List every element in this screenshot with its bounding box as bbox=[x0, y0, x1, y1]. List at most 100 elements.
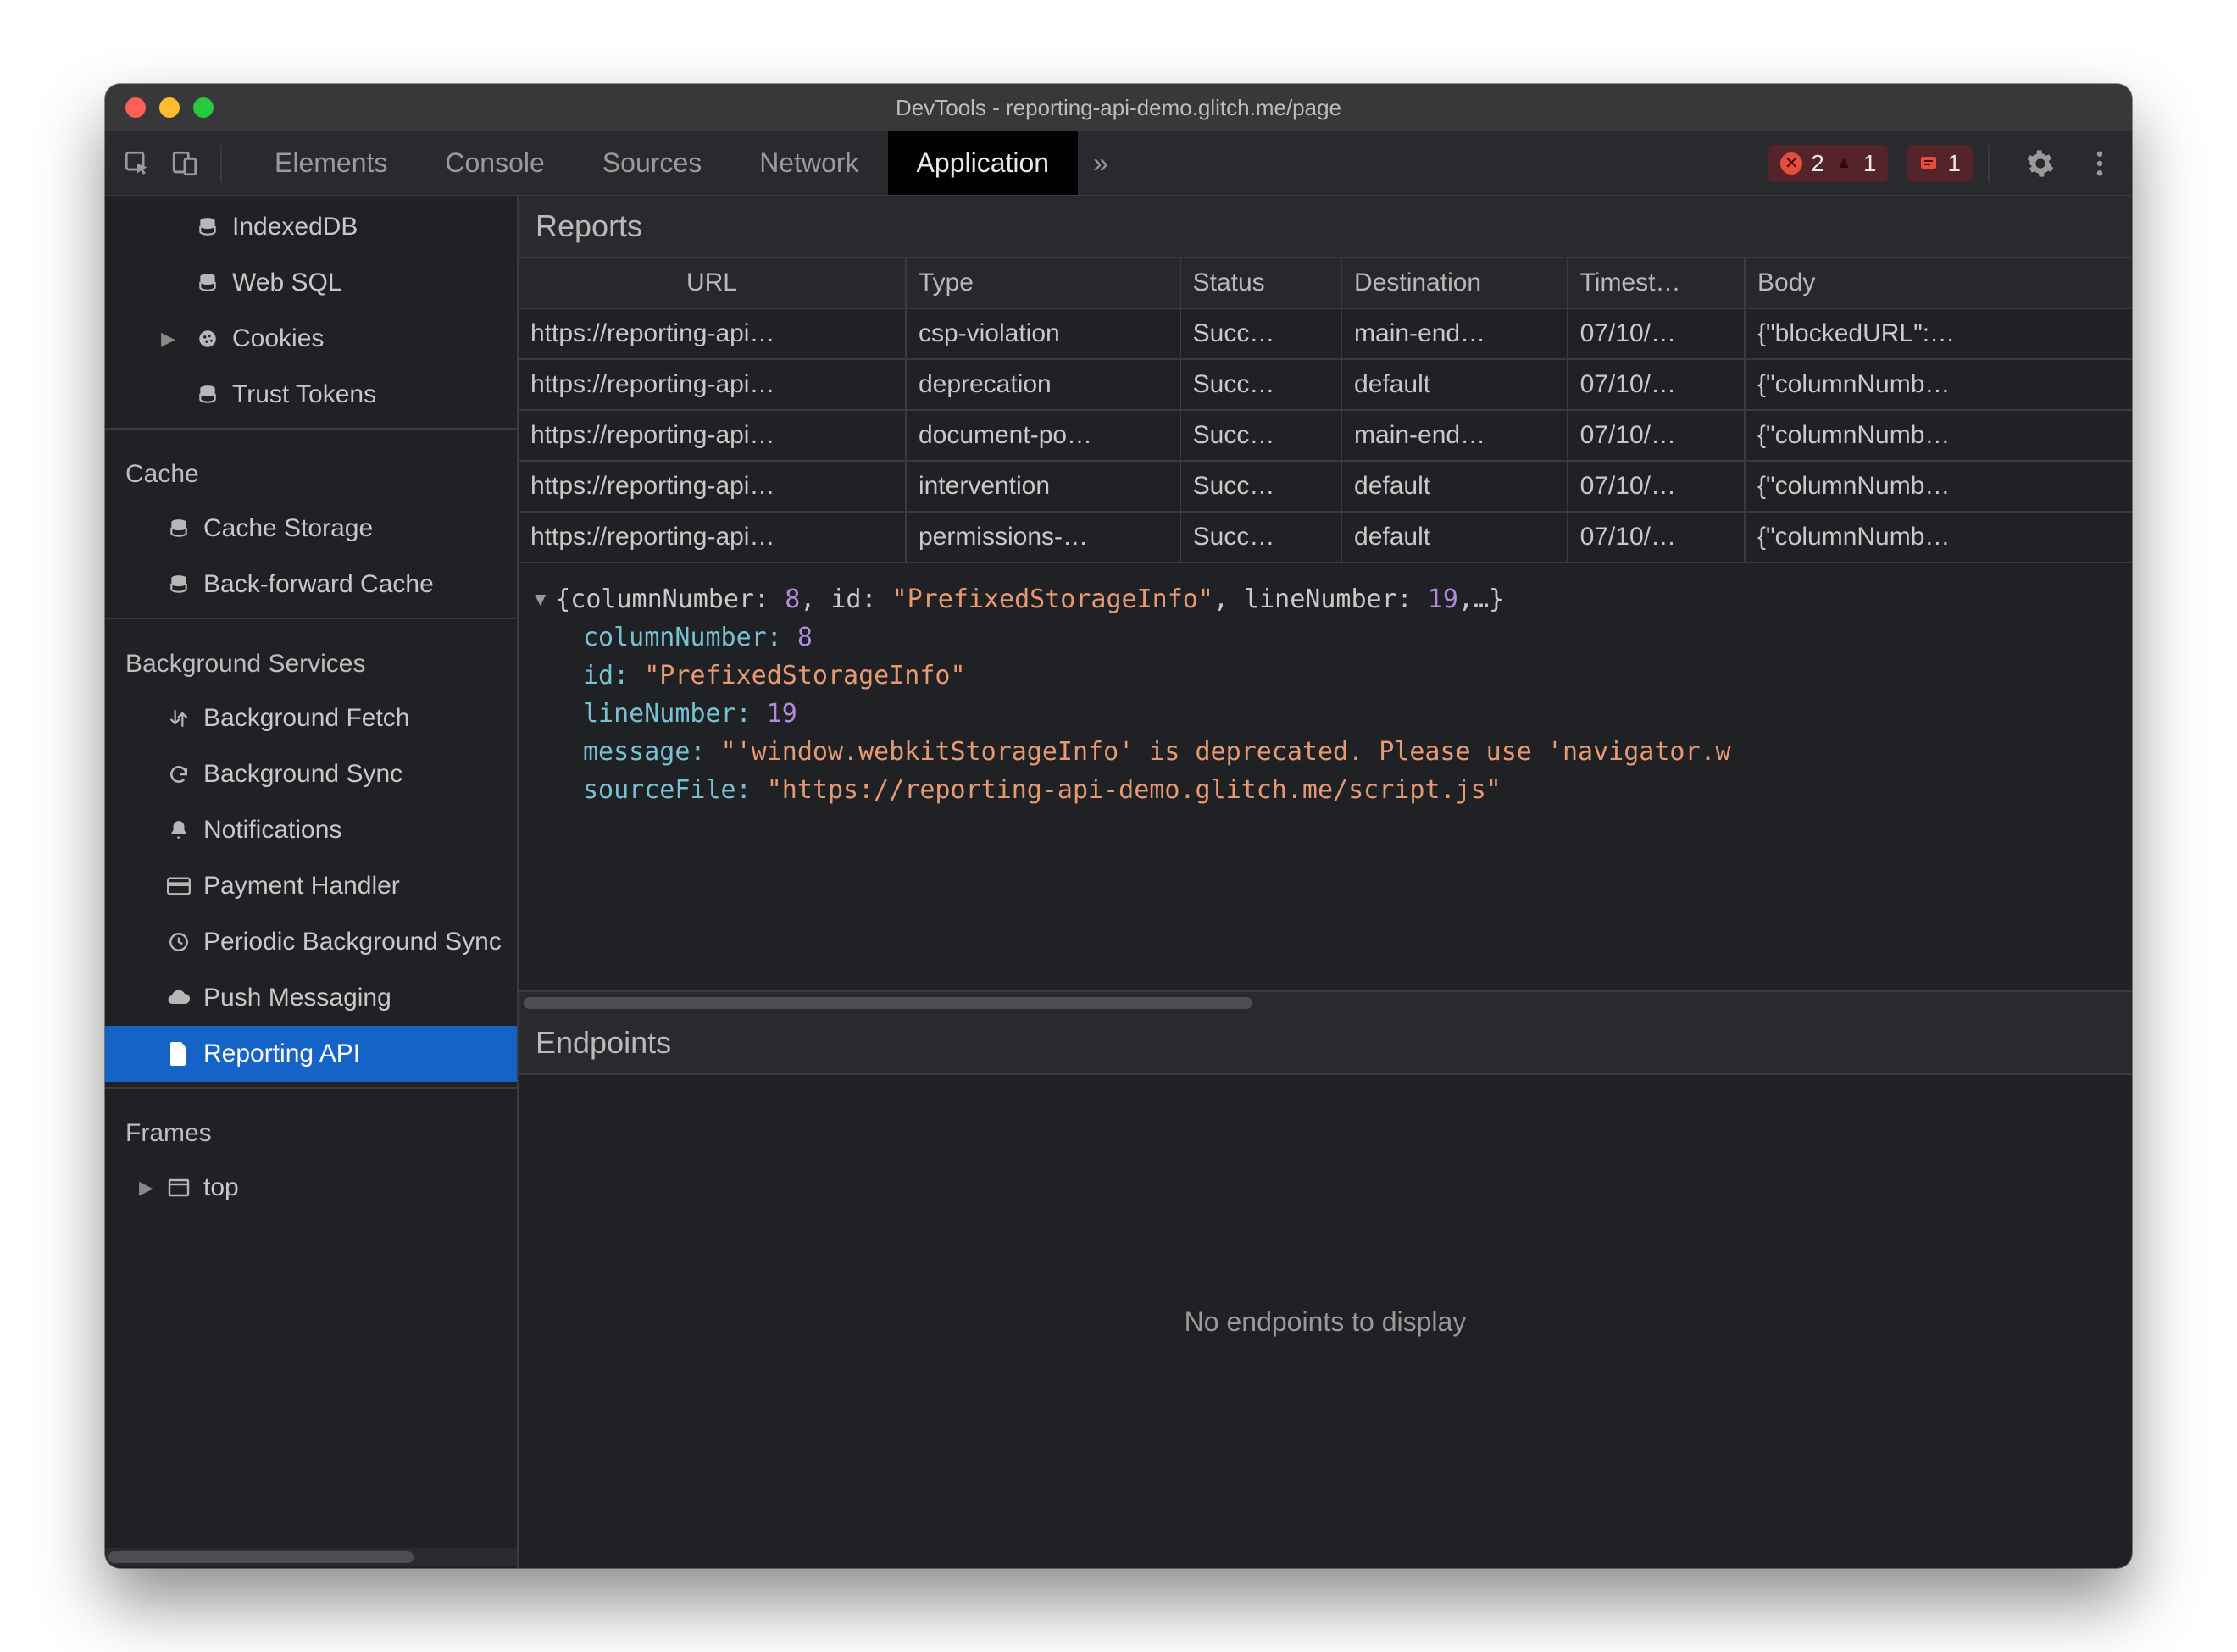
endpoints-empty-text: No endpoints to display bbox=[1185, 1306, 1467, 1338]
cell-ts: 07/10/… bbox=[1568, 308, 1745, 359]
tabs-overflow-button[interactable]: » bbox=[1078, 131, 1124, 195]
tab-label: Elements bbox=[275, 147, 387, 179]
cell-dest: default bbox=[1341, 359, 1568, 410]
sidebar-item-reporting-api[interactable]: Reporting API bbox=[105, 1026, 517, 1082]
sidebar-section-frames: Frames bbox=[105, 1094, 517, 1160]
col-url[interactable]: URL bbox=[519, 258, 906, 308]
sidebar-item-push-messaging[interactable]: Push Messaging bbox=[105, 970, 517, 1026]
report-detail-viewer: ▶{columnNumber: 8, id: "PrefixedStorageI… bbox=[519, 563, 2132, 990]
tab-application[interactable]: Application bbox=[888, 131, 1079, 195]
tab-network[interactable]: Network bbox=[730, 131, 887, 195]
updown-icon bbox=[166, 706, 192, 731]
more-menu-icon[interactable] bbox=[2079, 143, 2120, 184]
object-property[interactable]: message: "'window.webkitStorageInfo' is … bbox=[536, 733, 2118, 771]
sidebar-section-background: Background Services bbox=[105, 624, 517, 690]
tab-console[interactable]: Console bbox=[416, 131, 573, 195]
endpoints-section-title: Endpoints bbox=[519, 1012, 2132, 1075]
cell-type: deprecation bbox=[906, 359, 1180, 410]
window-close-button[interactable] bbox=[125, 97, 146, 118]
sidebar-item-cookies[interactable]: ▶ Cookies bbox=[105, 311, 517, 367]
settings-gear-icon[interactable] bbox=[2020, 143, 2061, 184]
cell-status: Succ… bbox=[1180, 359, 1341, 410]
sync-icon bbox=[166, 762, 192, 787]
table-row[interactable]: https://reporting-api… deprecation Succ…… bbox=[519, 359, 2132, 410]
database-icon bbox=[166, 516, 192, 541]
inspect-element-icon[interactable] bbox=[117, 143, 158, 184]
sidebar-item-label: Cache Storage bbox=[203, 514, 373, 543]
sidebar-item-bg-sync[interactable]: Background Sync bbox=[105, 746, 517, 802]
reports-table: URL Type Status Destination Timest… Body… bbox=[519, 258, 2132, 563]
sidebar-item-label: top bbox=[203, 1173, 239, 1202]
window-title: DevTools - reporting-api-demo.glitch.me/… bbox=[105, 95, 2132, 121]
warning-icon: ▲ bbox=[1833, 152, 1855, 175]
table-row[interactable]: https://reporting-api… intervention Succ… bbox=[519, 461, 2132, 512]
sidebar-item-label: Back-forward Cache bbox=[203, 570, 434, 599]
expand-caret-icon[interactable]: ▶ bbox=[139, 1177, 153, 1199]
database-icon bbox=[195, 270, 220, 296]
cell-status: Succ… bbox=[1180, 308, 1341, 359]
error-count: 2 bbox=[1811, 150, 1824, 177]
sidebar-section-cache: Cache bbox=[105, 435, 517, 501]
object-property[interactable]: id: "PrefixedStorageInfo" bbox=[536, 657, 2118, 695]
sidebar-item-label: Cookies bbox=[232, 324, 324, 353]
devtools-tabstrip: Elements Console Sources Network Applica… bbox=[246, 131, 1124, 195]
sidebar-item-payment-handler[interactable]: Payment Handler bbox=[105, 858, 517, 914]
expand-caret-icon[interactable]: ▶ bbox=[161, 328, 175, 350]
sidebar-item-bfcache[interactable]: Back-forward Cache bbox=[105, 557, 517, 613]
sidebar-item-indexeddb[interactable]: IndexedDB bbox=[105, 199, 517, 255]
sidebar-item-periodic-bg-sync[interactable]: Periodic Background Sync bbox=[105, 914, 517, 970]
cloud-icon bbox=[166, 985, 192, 1011]
window-minimize-button[interactable] bbox=[159, 97, 180, 118]
table-row[interactable]: https://reporting-api… csp-violation Suc… bbox=[519, 308, 2132, 359]
sidebar-item-trust-tokens[interactable]: Trust Tokens bbox=[105, 367, 517, 423]
table-row[interactable]: https://reporting-api… permissions-… Suc… bbox=[519, 512, 2132, 562]
window-titlebar: DevTools - reporting-api-demo.glitch.me/… bbox=[105, 84, 2132, 131]
issues-chip[interactable]: 1 bbox=[1907, 145, 1973, 182]
sidebar-item-websql[interactable]: Web SQL bbox=[105, 255, 517, 311]
col-status[interactable]: Status bbox=[1180, 258, 1341, 308]
device-toolbar-icon[interactable] bbox=[164, 143, 205, 184]
object-header[interactable]: ▶{columnNumber: 8, id: "PrefixedStorageI… bbox=[536, 580, 2118, 618]
sidebar-horizontal-scrollbar[interactable] bbox=[105, 1548, 517, 1566]
sidebar-item-notifications[interactable]: Notifications bbox=[105, 802, 517, 858]
cell-url: https://reporting-api… bbox=[519, 359, 906, 410]
cell-body: {"blockedURL":… bbox=[1745, 308, 2132, 359]
sidebar-item-label: Trust Tokens bbox=[232, 380, 376, 409]
sidebar-item-cache-storage[interactable]: Cache Storage bbox=[105, 501, 517, 557]
overflow-glyph: » bbox=[1093, 147, 1108, 179]
object-property[interactable]: lineNumber: 19 bbox=[536, 695, 2118, 733]
cell-ts: 07/10/… bbox=[1568, 512, 1745, 562]
object-property[interactable]: sourceFile: "https://reporting-api-demo.… bbox=[536, 771, 2118, 809]
table-row[interactable]: https://reporting-api… document-po… Succ… bbox=[519, 410, 2132, 461]
window-traffic-lights bbox=[125, 97, 214, 118]
object-property[interactable]: columnNumber: 8 bbox=[536, 618, 2118, 657]
sidebar-item-label: Reporting API bbox=[203, 1039, 360, 1068]
cell-type: document-po… bbox=[906, 410, 1180, 461]
detail-horizontal-scrollbar[interactable] bbox=[519, 990, 2132, 1012]
scrollbar-thumb[interactable] bbox=[524, 997, 1252, 1009]
col-destination[interactable]: Destination bbox=[1341, 258, 1568, 308]
cookie-icon bbox=[195, 326, 220, 352]
scrollbar-thumb[interactable] bbox=[108, 1551, 414, 1563]
sidebar-item-label: Push Messaging bbox=[203, 984, 391, 1012]
frame-icon bbox=[166, 1175, 192, 1200]
table-header-row: URL Type Status Destination Timest… Body bbox=[519, 258, 2132, 308]
collapse-caret-icon[interactable]: ▶ bbox=[527, 595, 555, 606]
sidebar-item-bg-fetch[interactable]: Background Fetch bbox=[105, 690, 517, 746]
cell-ts: 07/10/… bbox=[1568, 359, 1745, 410]
window-zoom-button[interactable] bbox=[193, 97, 214, 118]
cell-dest: main-end… bbox=[1341, 410, 1568, 461]
col-timestamp[interactable]: Timest… bbox=[1568, 258, 1745, 308]
cell-dest: default bbox=[1341, 512, 1568, 562]
cell-status: Succ… bbox=[1180, 461, 1341, 512]
application-sidebar: IndexedDB Web SQL ▶ Cookies Trust Tokens bbox=[105, 196, 519, 1568]
tab-sources[interactable]: Sources bbox=[574, 131, 730, 195]
sidebar-item-frame-top[interactable]: ▶ top bbox=[105, 1160, 517, 1216]
cell-ts: 07/10/… bbox=[1568, 461, 1745, 512]
col-type[interactable]: Type bbox=[906, 258, 1180, 308]
sidebar-item-label: Periodic Background Sync bbox=[203, 928, 502, 956]
sidebar-item-label: Background Fetch bbox=[203, 704, 409, 733]
col-body[interactable]: Body bbox=[1745, 258, 2132, 308]
tab-elements[interactable]: Elements bbox=[246, 131, 416, 195]
console-error-warning-chip[interactable]: ✕ 2 ▲ 1 bbox=[1768, 145, 1888, 182]
